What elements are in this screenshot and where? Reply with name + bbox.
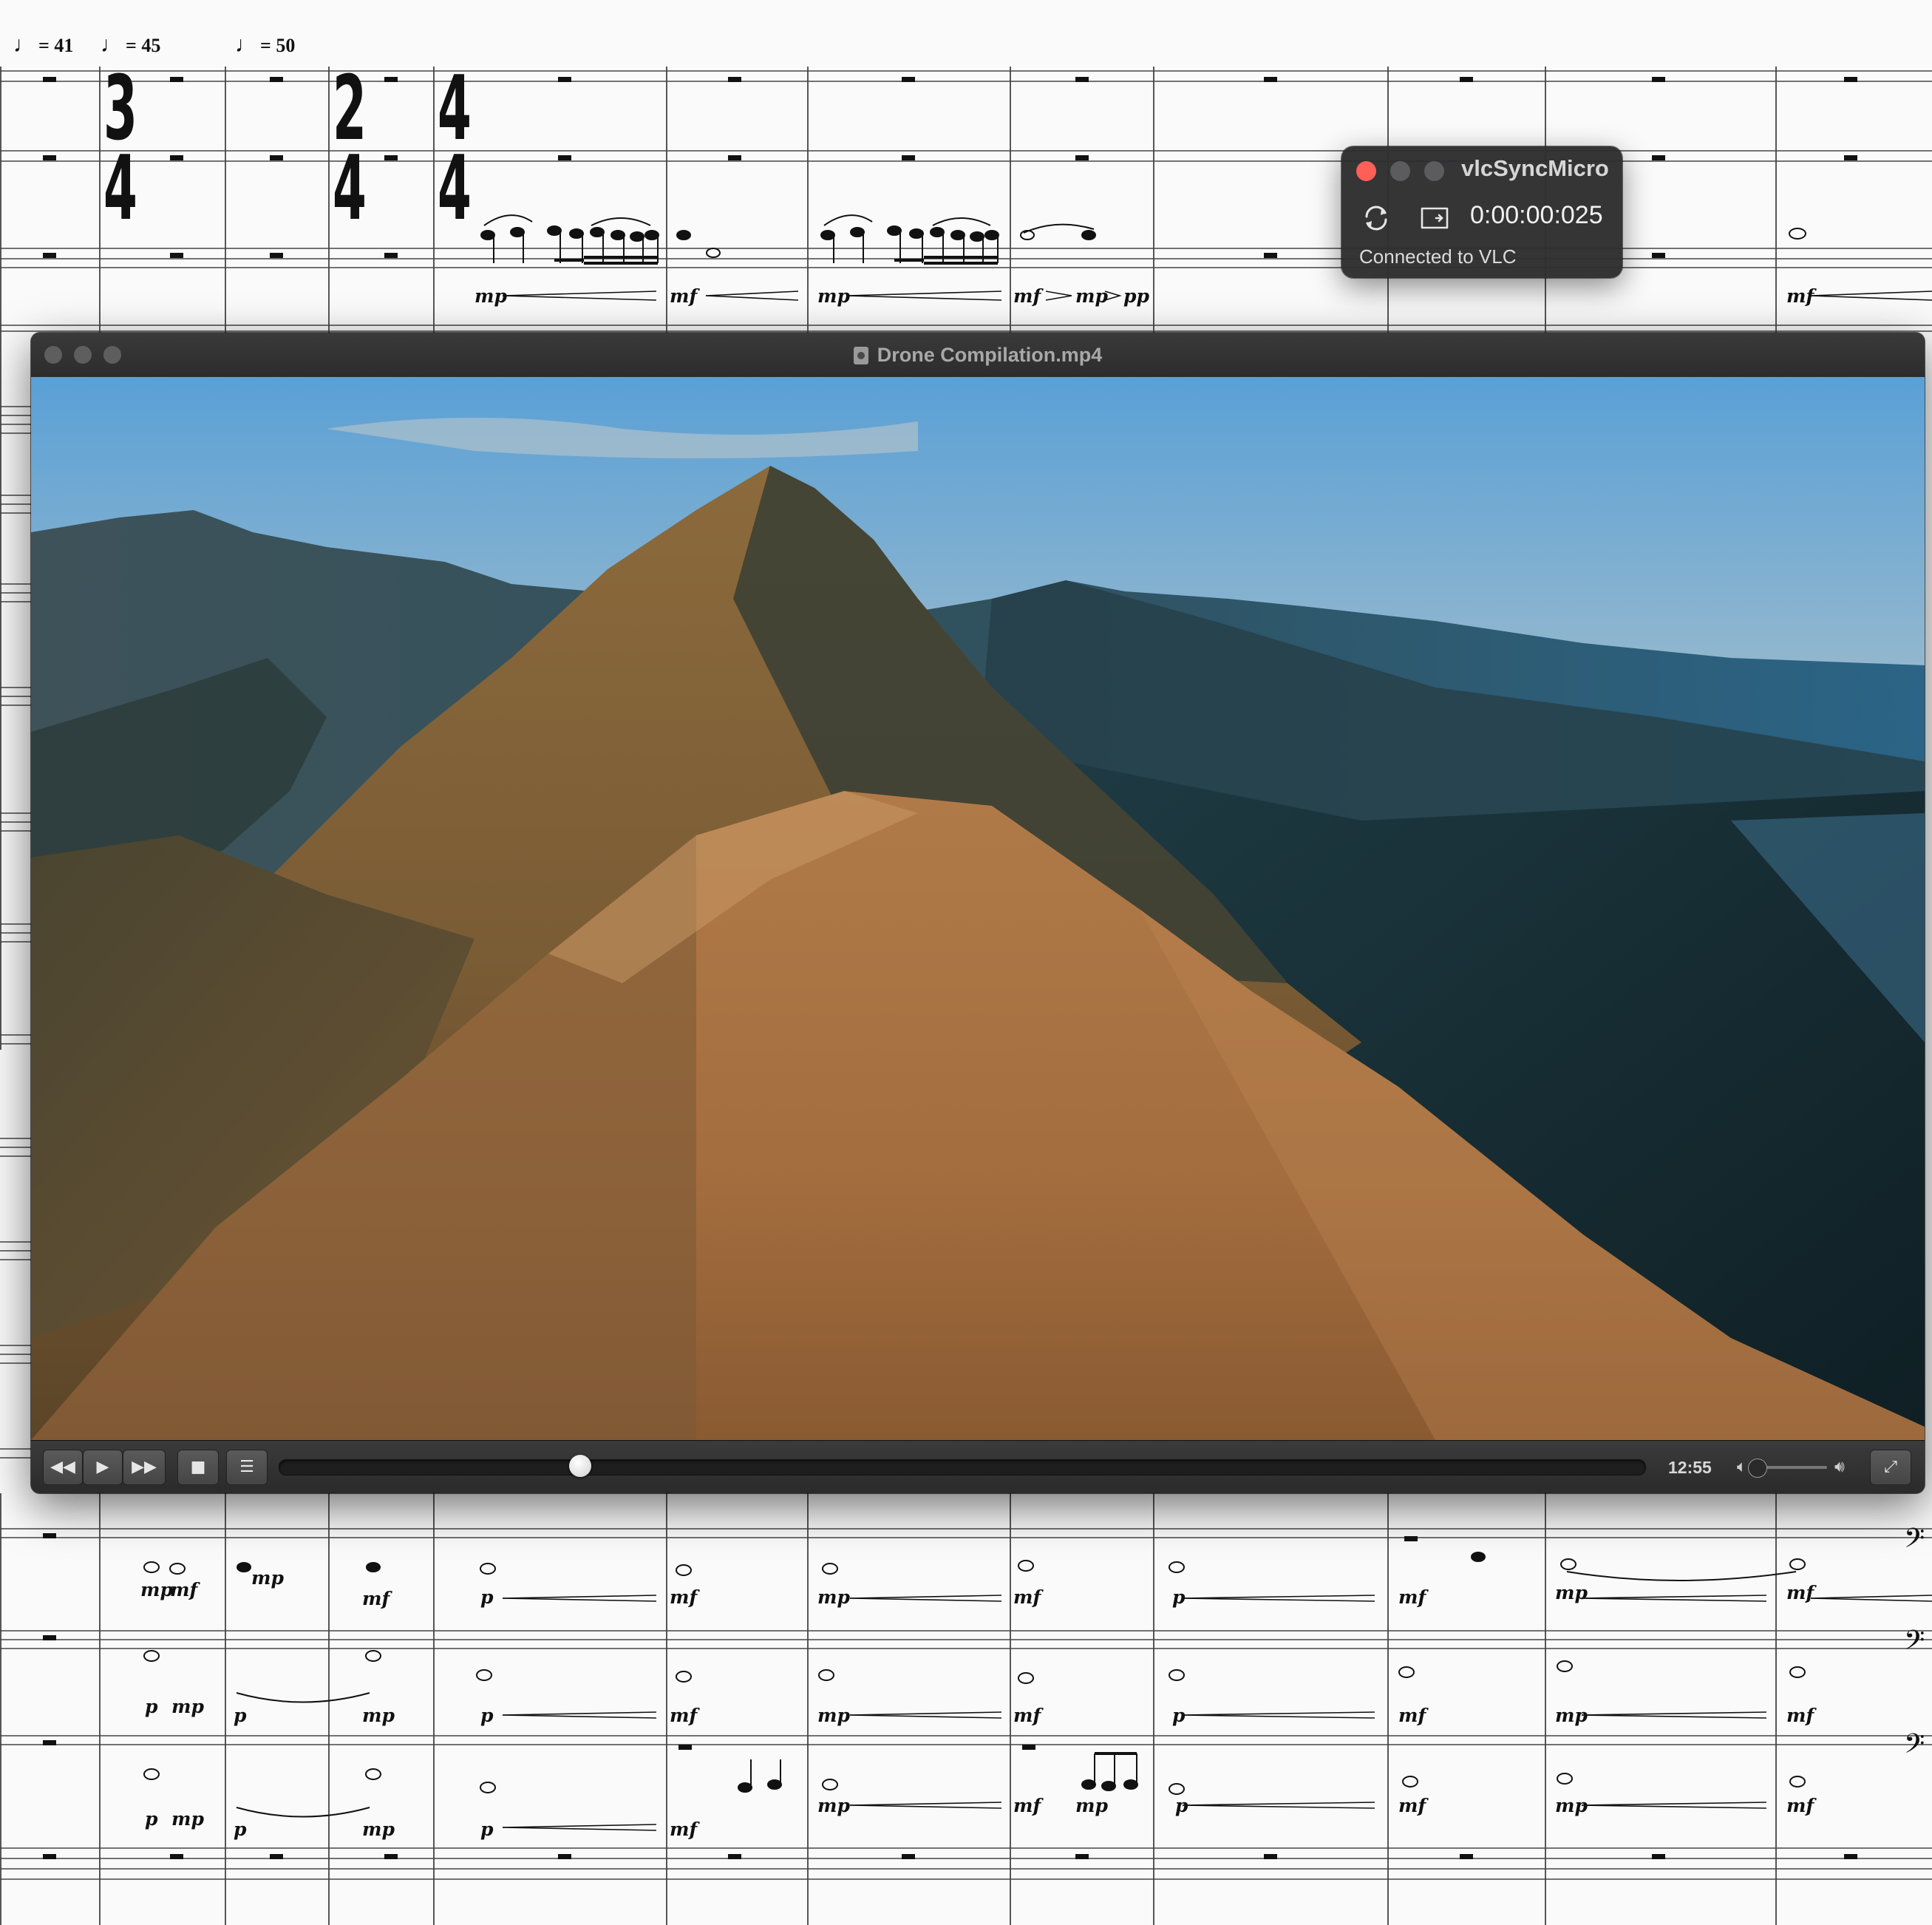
dynamic-mark: pp [1123, 285, 1149, 307]
playlist-button[interactable]: ☰ [226, 1450, 268, 1485]
dynamic-mark: p [234, 1819, 247, 1840]
dynamic-mark: mp [362, 1705, 395, 1726]
dynamic-mark: mp [251, 1567, 284, 1589]
dynamic-mark: mp [817, 1705, 850, 1726]
volume-max-icon[interactable]: 🔊︎ [1834, 1441, 1845, 1493]
dynamic-mark: mp [1555, 1705, 1588, 1726]
tempo-mark-1: ♩ = 41 [13, 33, 74, 57]
sync-close-button[interactable] [1356, 161, 1376, 181]
dynamic-mark: mf [1398, 1795, 1426, 1816]
dynamic-mark: mf [362, 1588, 390, 1609]
sync-panel-title: vlcSyncMicro [1461, 155, 1609, 181]
seek-bar[interactable] [279, 1455, 1646, 1477]
time-signature-bottom-1: 4 [103, 138, 137, 240]
dynamic-mark: mp [140, 1579, 173, 1600]
refresh-icon[interactable] [1361, 203, 1392, 234]
rewind-button[interactable]: ◀◀ [43, 1450, 83, 1485]
dynamic-mark: mp [817, 1586, 850, 1608]
dynamic-mark: p [234, 1705, 247, 1726]
dynamic-mark: mf [170, 1579, 198, 1600]
video-window-titlebar[interactable]: Drone Compilation.mp4 [31, 333, 1925, 378]
dynamic-mark: p [145, 1696, 158, 1717]
dynamic-mark: mp [1555, 1582, 1588, 1603]
dynamic-mark: mp [171, 1696, 204, 1717]
dynamic-mark: mp [817, 285, 850, 307]
sync-timecode: 0:00:00:025 [1470, 201, 1603, 229]
stop-button[interactable]: ■ [177, 1450, 219, 1485]
dynamic-mark: p [1175, 1795, 1188, 1816]
dynamic-mark: mp [817, 1795, 850, 1816]
dynamic-mark: mf [670, 1586, 698, 1608]
video-player-window[interactable]: Drone Compilation.mp4 ◀◀ ▶ ▶▶ ■ ☰ 12:55 … [31, 333, 1925, 1493]
dynamic-mark: mf [1013, 1705, 1041, 1726]
dynamic-mark: mp [1075, 1795, 1108, 1816]
volume-mute-icon[interactable]: 🔈︎ [1737, 1441, 1746, 1493]
volume-knob[interactable] [1748, 1459, 1767, 1478]
dynamic-mark: p [480, 1586, 494, 1608]
connection-status: Connected to VLC [1359, 245, 1517, 268]
dynamic-mark: mp [171, 1808, 204, 1830]
dynamic-mark: mp [1075, 285, 1108, 307]
dynamic-mark: mf [670, 1819, 698, 1840]
dynamic-mark: mf [1786, 1795, 1814, 1816]
dynamic-mark: mf [1013, 1795, 1041, 1816]
dynamic-mark: mf [670, 285, 698, 307]
dynamic-mark: mp [1555, 1795, 1588, 1816]
dynamic-mark: mf [1013, 285, 1041, 307]
dynamic-mark: p [145, 1808, 158, 1830]
sync-minimize-button[interactable] [1390, 161, 1410, 181]
output-display-icon[interactable] [1420, 204, 1449, 232]
seek-knob[interactable] [568, 1455, 591, 1477]
dynamic-mark: mf [1398, 1586, 1426, 1608]
dynamic-mark: p [480, 1819, 494, 1840]
sync-zoom-button[interactable] [1424, 161, 1444, 181]
vlc-sync-micro-panel: vlcSyncMicro 0:00:00:025 Connected to VL… [1341, 146, 1622, 278]
dynamic-mark: mp [475, 285, 507, 307]
dynamic-mark: mf [1398, 1705, 1426, 1726]
time-display[interactable]: 12:55 [1668, 1441, 1712, 1493]
dynamic-mark: p [1172, 1586, 1186, 1608]
video-frame[interactable] [31, 377, 1925, 1440]
svg-text:𝄢: 𝄢 [1904, 1625, 1925, 1663]
dynamic-mark: mf [1786, 1705, 1814, 1726]
video-window-title: Drone Compilation.mp4 [31, 333, 1925, 377]
play-button[interactable]: ▶ [83, 1450, 123, 1485]
dynamic-mark: mf [670, 1705, 698, 1726]
dynamic-mark: p [480, 1705, 494, 1726]
time-signature-bottom-3: 4 [438, 138, 472, 240]
dynamic-mark: mf [1786, 1582, 1814, 1603]
dynamic-mark: p [1172, 1705, 1186, 1726]
svg-text:𝄢: 𝄢 [1904, 1523, 1925, 1561]
fullscreen-button[interactable]: ⤢ [1870, 1450, 1911, 1485]
dynamic-mark: mf [1786, 285, 1814, 307]
fast-forward-button[interactable]: ▶▶ [123, 1450, 166, 1485]
tempo-mark-2: ♩ = 45 [101, 33, 161, 57]
svg-text:𝄢: 𝄢 [1904, 1728, 1925, 1766]
video-file-icon [853, 347, 868, 364]
dynamic-mark: mp [362, 1819, 395, 1840]
tempo-mark-3: ♩ = 50 [235, 33, 296, 57]
time-signature-bottom-2: 4 [333, 138, 367, 240]
dynamic-mark: mf [1013, 1586, 1041, 1608]
volume-slider[interactable] [1748, 1459, 1827, 1478]
playback-controls-bar: ◀◀ ▶ ▶▶ ■ ☰ 12:55 🔈︎ 🔊︎ ⤢ [31, 1440, 1925, 1493]
